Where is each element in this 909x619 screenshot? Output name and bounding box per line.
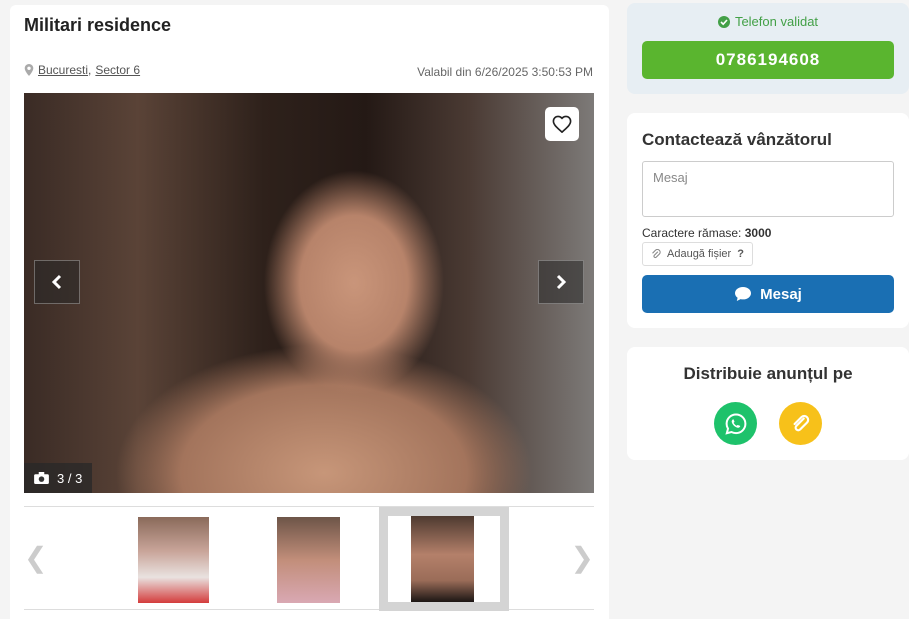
- photo-gallery[interactable]: 3 / 3: [24, 93, 594, 493]
- location-separator: ,: [88, 63, 92, 77]
- phone-number-button[interactable]: 0786194608: [642, 41, 894, 79]
- chars-remaining-count: 3000: [744, 226, 772, 240]
- send-message-label: Mesaj: [760, 285, 802, 303]
- thumbnail-1[interactable]: [138, 517, 209, 603]
- thumbnail-3-selected[interactable]: [379, 507, 509, 611]
- thumbs-prev-arrow[interactable]: ❮: [24, 541, 47, 574]
- location: Bucuresti , Sector 6: [24, 63, 140, 77]
- chars-remaining: Caractere rămase: 3000: [642, 226, 771, 240]
- main-photo[interactable]: [24, 93, 594, 493]
- thumbnail-2[interactable]: [277, 517, 340, 603]
- share-whatsapp-button[interactable]: [714, 402, 757, 445]
- thumbnail-strip: ❮ ❯: [24, 506, 594, 611]
- phone-validated-label: Telefon validat: [734, 14, 819, 29]
- map-pin-icon: [24, 64, 34, 76]
- message-input[interactable]: [642, 161, 894, 217]
- attach-help-icon[interactable]: ?: [737, 248, 744, 260]
- valid-from: Valabil din 6/26/2025 3:50:53 PM: [417, 65, 593, 79]
- share-title: Distribuie anunțul pe: [683, 364, 853, 383]
- thumbs-next-arrow[interactable]: ❯: [571, 541, 594, 574]
- paperclip-icon: [652, 248, 661, 258]
- photo-counter: 3 / 3: [24, 463, 93, 493]
- contact-seller-card: Contactează vânzătorul Caractere rămase:…: [627, 113, 909, 328]
- chevron-left-icon: [51, 274, 62, 290]
- gallery-next-button[interactable]: [538, 260, 584, 304]
- check-circle-icon: [717, 15, 730, 28]
- chevron-right-icon: [556, 274, 567, 290]
- photo-counter-text: 3 / 3: [57, 470, 83, 486]
- contact-title: Contactează vânzătorul: [642, 130, 832, 149]
- send-message-button[interactable]: Mesaj: [642, 275, 894, 313]
- heart-icon: [552, 115, 572, 133]
- phone-card: Telefon validat 0786194608: [627, 3, 909, 94]
- attach-file-label: Adaugă fișier: [667, 248, 732, 260]
- gallery-prev-button[interactable]: [34, 260, 80, 304]
- location-sector-link[interactable]: Sector 6: [95, 63, 140, 77]
- phone-validated: Telefon validat: [627, 14, 909, 29]
- camera-icon: [34, 472, 49, 484]
- listing-title: Militari residence: [24, 15, 172, 35]
- share-link-button[interactable]: [779, 402, 822, 445]
- share-card: Distribuie anunțul pe: [627, 347, 909, 460]
- attach-file-button[interactable]: Adaugă fișier ?: [642, 242, 753, 266]
- location-city-link[interactable]: Bucuresti: [38, 63, 88, 77]
- share-buttons: [627, 402, 909, 445]
- whatsapp-icon: [724, 412, 746, 435]
- favorite-button[interactable]: [545, 107, 579, 141]
- thumbnail-3[interactable]: [411, 516, 474, 602]
- link-icon: [792, 414, 809, 431]
- chat-bubble-icon: [735, 287, 752, 301]
- chars-remaining-label: Caractere rămase:: [642, 226, 742, 240]
- listing-card: Militari residence Bucuresti , Sector 6 …: [10, 5, 609, 619]
